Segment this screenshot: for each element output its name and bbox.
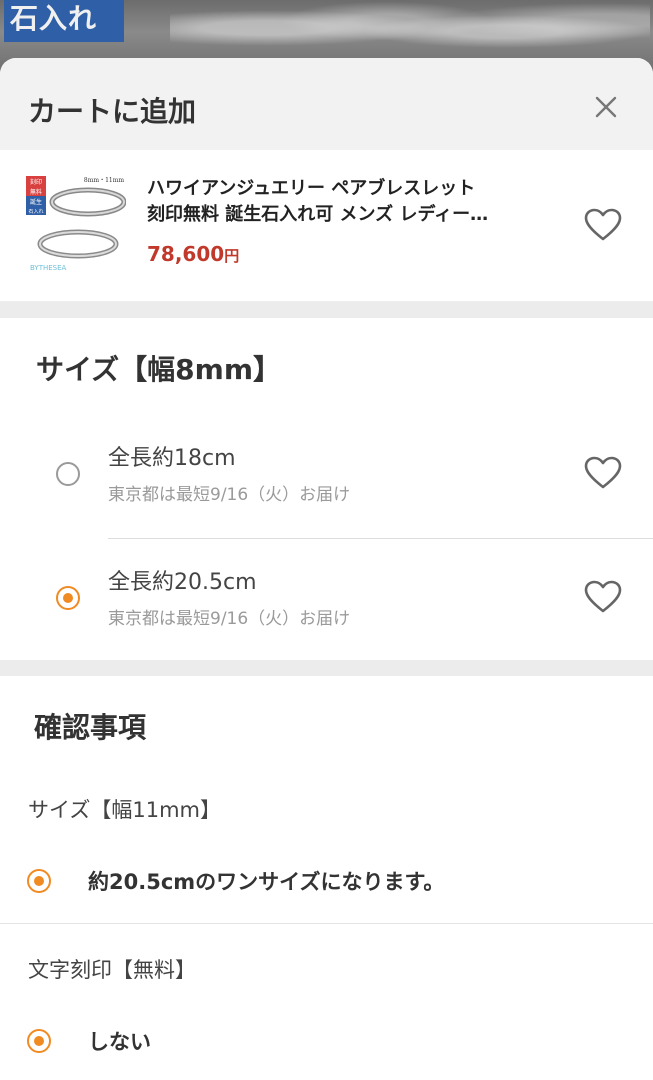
background-label-tag: 石入れ: [4, 0, 124, 42]
product-name-line-2: 刻印無料 誕生石入れ可 メンズ レディー…: [147, 204, 489, 225]
favorite-size-20-5cm-button[interactable]: [584, 580, 622, 614]
product-name-line-1: ハワイアンジュエリー ペアブレスレット: [147, 178, 476, 199]
size-section-title: サイズ【幅8mm】: [36, 353, 281, 386]
size-option-18cm[interactable]: 全長約18cm 東京都は最短9/16（火）お届け: [0, 418, 653, 534]
product-thumbnail[interactable]: 刻印 無料 誕生 石入れ 8mm・11mm BYTHESEA: [26, 174, 127, 274]
thumb-badge-4: 石入れ: [28, 209, 43, 215]
close-icon: [595, 96, 617, 118]
add-to-cart-sheet: カートに追加 刻印 無料 誕生 石入れ 8mm・11mm BYTHESEA ハワ…: [0, 58, 653, 1080]
heart-icon: [584, 456, 622, 489]
size-section: サイズ【幅8mm】 全長約18cm 東京都は最短9/16（火）お届け 全長約20…: [0, 318, 653, 660]
favorite-product-button[interactable]: [584, 208, 622, 242]
size-option-20-5cm-radio[interactable]: [56, 586, 80, 610]
section-divider: [0, 660, 653, 676]
thumb-badge-2: 無料: [30, 188, 42, 196]
favorite-size-18cm-button[interactable]: [584, 456, 622, 490]
confirm-item-2-radio[interactable]: [27, 1029, 51, 1053]
sheet-title: カートに追加: [28, 95, 197, 128]
close-button[interactable]: [593, 94, 619, 120]
thumb-badge-1: 刻印: [30, 178, 42, 186]
thumb-brand: BYTHESEA: [30, 264, 67, 272]
thumb-badge-3: 誕生: [30, 198, 42, 206]
product-price: 78,600円: [147, 242, 239, 266]
section-divider: [0, 302, 653, 318]
confirm-separator: [0, 923, 653, 924]
heart-icon: [584, 208, 622, 241]
thumb-caption: 8mm・11mm: [84, 177, 125, 184]
confirm-item-1-radio[interactable]: [27, 869, 51, 893]
size-option-18cm-radio[interactable]: [56, 462, 80, 486]
size-option-delivery: 東京都は最短9/16（火）お届け: [108, 609, 351, 629]
size-option-20-5cm[interactable]: 全長約20.5cm 東京都は最短9/16（火）お届け: [0, 542, 653, 658]
confirm-item-choice[interactable]: しない: [88, 1026, 151, 1056]
confirmation-section: 確認事項 サイズ【幅11mm】 約20.5cmのワンサイズになります。 文字刻印…: [0, 676, 653, 1080]
confirmation-section-title: 確認事項: [34, 711, 147, 744]
bracelet-thumbnail-image: 刻印 無料 誕生 石入れ 8mm・11mm BYTHESEA: [26, 176, 127, 272]
option-separator: [108, 538, 653, 539]
confirm-item-label: 文字刻印【無料】: [28, 958, 196, 982]
price-unit: 円: [224, 247, 240, 265]
product-summary: 刻印 無料 誕生 石入れ 8mm・11mm BYTHESEA ハワイアンジュエリ…: [0, 150, 653, 302]
price-number: 78,600: [147, 242, 225, 266]
heart-icon: [584, 580, 622, 613]
size-option-delivery: 東京都は最短9/16（火）お届け: [108, 485, 351, 505]
size-option-label: 全長約20.5cm: [108, 570, 257, 595]
product-name[interactable]: ハワイアンジュエリー ペアブレスレット 刻印無料 誕生石入れ可 メンズ レディー…: [147, 176, 547, 228]
confirm-item-label: サイズ【幅11mm】: [28, 798, 222, 822]
sheet-header: カートに追加: [0, 58, 653, 150]
confirm-item-choice[interactable]: 約20.5cmのワンサイズになります。: [88, 866, 444, 896]
size-option-label: 全長約18cm: [108, 446, 236, 471]
